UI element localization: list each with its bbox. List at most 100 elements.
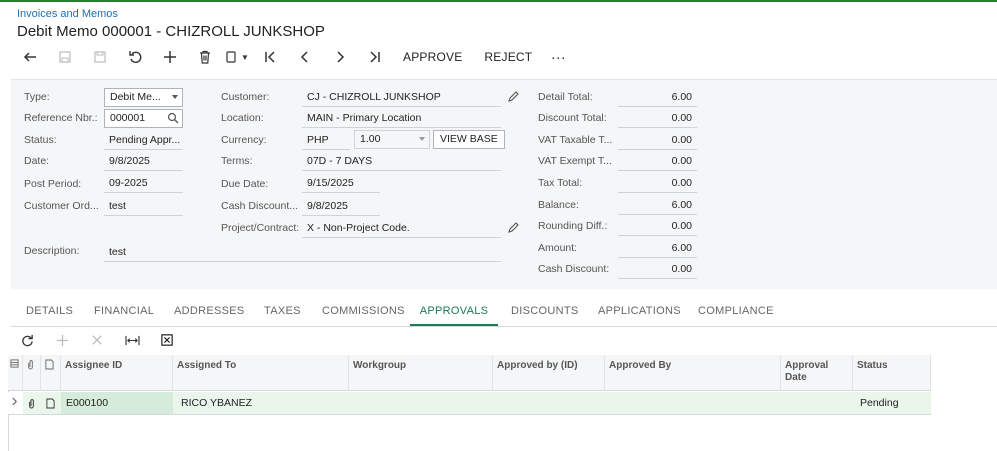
delete-icon[interactable] <box>187 44 222 70</box>
tax-total-value: 0.00 <box>618 173 697 193</box>
customer-order-label: Customer Ord... <box>24 200 99 212</box>
tab-approvals[interactable]: APPROVALS <box>410 298 498 326</box>
cash-discount-date-field[interactable]: 9/8/2025 <box>302 196 380 216</box>
cell-status[interactable]: Pending <box>853 392 931 415</box>
cell-assignee-id[interactable]: E000100 <box>61 392 173 415</box>
undo-icon[interactable] <box>117 44 152 70</box>
refresh-icon[interactable] <box>17 331 37 349</box>
cell-approved-by-id[interactable] <box>493 392 605 415</box>
tab-bar: DETAILS FINANCIAL ADDRESSES TAXES COMMIS… <box>11 298 997 327</box>
fit-columns-icon[interactable] <box>122 331 142 349</box>
delete-row-icon[interactable] <box>87 331 107 349</box>
col-status[interactable]: Status <box>853 355 931 391</box>
location-field[interactable]: MAIN - Primary Location <box>302 108 501 128</box>
discount-total-value: 0.00 <box>618 108 697 128</box>
tab-details[interactable]: DETAILS <box>26 298 73 326</box>
vat-taxable-label: VAT Taxable T... <box>538 134 613 146</box>
customer-label: Customer: <box>221 91 270 103</box>
cell-approval-date[interactable] <box>781 392 853 415</box>
rounding-diff-value: 0.00 <box>618 216 697 236</box>
status-value: Pending Appr... <box>104 130 183 150</box>
due-date-field[interactable]: 9/15/2025 <box>302 173 380 193</box>
description-field[interactable]: test <box>104 242 501 262</box>
cell-assigned-to[interactable]: RICO YBANEZ <box>173 392 349 415</box>
cash-discount-label: Cash Discount: <box>538 263 610 275</box>
cell-approved-by[interactable] <box>605 392 781 415</box>
tab-addresses[interactable]: ADDRESSES <box>174 298 245 326</box>
vat-exempt-value: 0.00 <box>618 151 697 171</box>
terms-label: Terms: <box>221 155 253 167</box>
add-row-icon[interactable] <box>52 331 72 349</box>
note-icon <box>45 359 54 370</box>
tab-compliance[interactable]: COMPLIANCE <box>698 298 774 326</box>
tab-taxes[interactable]: TAXES <box>264 298 301 326</box>
next-record-icon[interactable] <box>322 44 357 70</box>
search-icon[interactable] <box>167 112 179 124</box>
description-label: Description: <box>24 245 80 257</box>
reference-nbr-input[interactable]: 000001 <box>104 109 183 128</box>
main-toolbar: ▼ APPROVE REJECT ··· <box>12 44 573 70</box>
project-contract-field[interactable]: X - Non-Project Code. <box>302 218 501 238</box>
detail-total-value: 6.00 <box>618 87 697 107</box>
currency-rate-value: 1.00 <box>360 133 381 145</box>
chevron-down-icon <box>172 95 178 99</box>
view-base-button[interactable]: VIEW BASE <box>433 130 505 149</box>
back-icon[interactable] <box>12 44 47 70</box>
edit-customer-icon[interactable] <box>507 91 519 103</box>
vat-taxable-value: 0.00 <box>618 130 697 150</box>
save-close-icon[interactable] <box>47 44 82 70</box>
currency-field[interactable]: PHP <box>302 130 350 150</box>
terms-field[interactable]: 07D - 7 DAYS <box>302 151 501 171</box>
chevron-down-icon: ▼ <box>241 52 249 62</box>
last-record-icon[interactable] <box>357 44 392 70</box>
top-accent-line <box>0 0 997 2</box>
date-field[interactable]: 9/8/2025 <box>104 151 183 171</box>
attachment-header <box>23 355 41 391</box>
grid-toolbar <box>11 328 997 352</box>
post-period-field[interactable]: 09-2025 <box>104 173 183 193</box>
currency-label: Currency: <box>221 134 267 146</box>
type-select[interactable]: Debit Me... <box>104 88 183 107</box>
customer-order-field[interactable]: test <box>104 196 183 216</box>
first-record-icon[interactable] <box>252 44 287 70</box>
col-approval-date[interactable]: Approval Date <box>781 355 853 391</box>
note-header <box>41 355 61 391</box>
tab-financial[interactable]: FINANCIAL <box>94 298 154 326</box>
more-actions-icon[interactable]: ··· <box>543 44 573 70</box>
tab-commissions[interactable]: COMMISSIONS <box>322 298 405 326</box>
currency-rate-select[interactable]: 1.00 <box>354 130 430 149</box>
rounding-diff-label: Rounding Diff.: <box>538 220 608 232</box>
col-approved-by-id[interactable]: Approved by (ID) <box>493 355 605 391</box>
col-workgroup[interactable]: Workgroup <box>349 355 493 391</box>
customer-field[interactable]: CJ - CHIZROLL JUNKSHOP <box>302 87 501 107</box>
previous-record-icon[interactable] <box>287 44 322 70</box>
reject-button[interactable]: REJECT <box>473 44 543 70</box>
tab-discounts[interactable]: DISCOUNTS <box>511 298 578 326</box>
row-note-icon[interactable] <box>41 392 61 415</box>
col-assigned-to[interactable]: Assigned To <box>173 355 349 391</box>
save-icon[interactable] <box>82 44 117 70</box>
cash-discount-value: 0.00 <box>618 259 697 279</box>
type-value: Debit Me... <box>110 91 161 103</box>
edit-project-icon[interactable] <box>507 222 519 234</box>
approve-button[interactable]: APPROVE <box>392 44 473 70</box>
tab-applications[interactable]: APPLICATIONS <box>598 298 681 326</box>
row-selector-header[interactable] <box>8 355 23 391</box>
row-expand-icon[interactable] <box>8 392 23 415</box>
cell-workgroup[interactable] <box>349 392 493 415</box>
copy-paste-icon[interactable]: ▼ <box>222 44 252 70</box>
row-attachment-icon[interactable] <box>23 392 41 415</box>
chevron-down-icon <box>419 137 425 141</box>
export-excel-icon[interactable] <box>157 331 177 349</box>
breadcrumb[interactable]: Invoices and Memos <box>17 8 118 20</box>
add-icon[interactable] <box>152 44 187 70</box>
detail-total-label: Detail Total: <box>538 91 593 103</box>
amount-value: 6.00 <box>618 238 697 258</box>
col-assignee-id[interactable]: Assignee ID <box>61 355 173 391</box>
page-title: Debit Memo 000001 - CHIZROLL JUNKSHOP <box>17 23 325 40</box>
col-approved-by[interactable]: Approved By <box>605 355 781 391</box>
post-period-label: Post Period: <box>24 178 82 190</box>
balance-value: 6.00 <box>618 195 697 215</box>
document-summary-panel: Type: Debit Me... Reference Nbr.: 000001… <box>11 79 997 289</box>
table-settings-icon[interactable] <box>10 359 19 368</box>
